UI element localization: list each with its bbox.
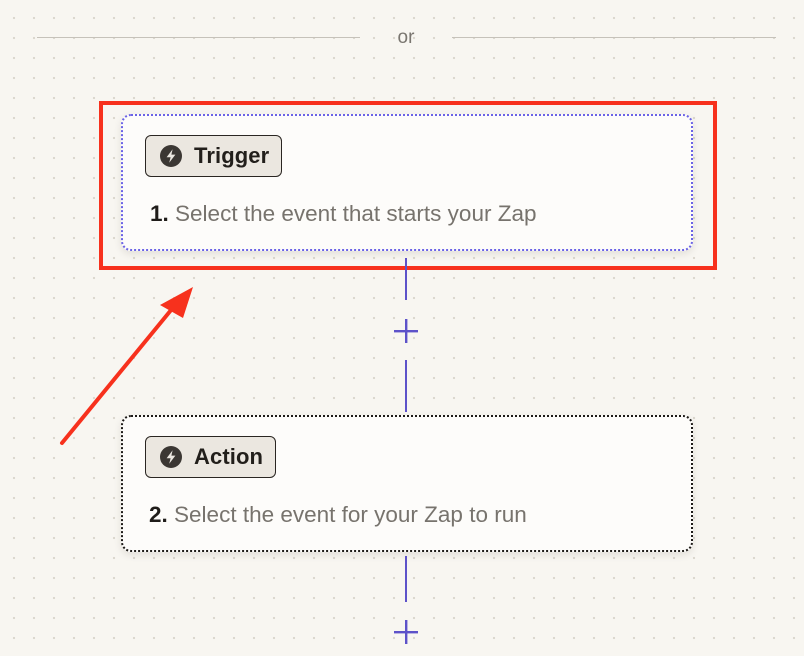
- connector-line-middle: [405, 360, 407, 412]
- or-divider-right-line: [452, 37, 776, 38]
- action-step-number: 2.: [149, 502, 168, 527]
- add-step-button[interactable]: [391, 316, 421, 346]
- plus-icon: [394, 319, 418, 343]
- annotation-highlight-box: [99, 101, 717, 270]
- action-chip-label: Action: [194, 444, 264, 469]
- connector-line-bottom: [405, 556, 407, 602]
- add-step-button-bottom[interactable]: [391, 617, 421, 647]
- action-step-card[interactable]: Action 2. Select the event for your Zap …: [121, 415, 693, 552]
- or-divider-label: or: [397, 27, 415, 48]
- or-divider-left-line: [37, 37, 360, 38]
- lightning-bolt-icon: [160, 446, 182, 468]
- action-step-text: 2. Select the event for your Zap to run: [149, 501, 527, 529]
- connector-line-top: [405, 258, 407, 300]
- plus-icon: [394, 620, 418, 644]
- action-chip[interactable]: Action: [145, 436, 277, 478]
- action-step-description: Select the event for your Zap to run: [174, 502, 527, 527]
